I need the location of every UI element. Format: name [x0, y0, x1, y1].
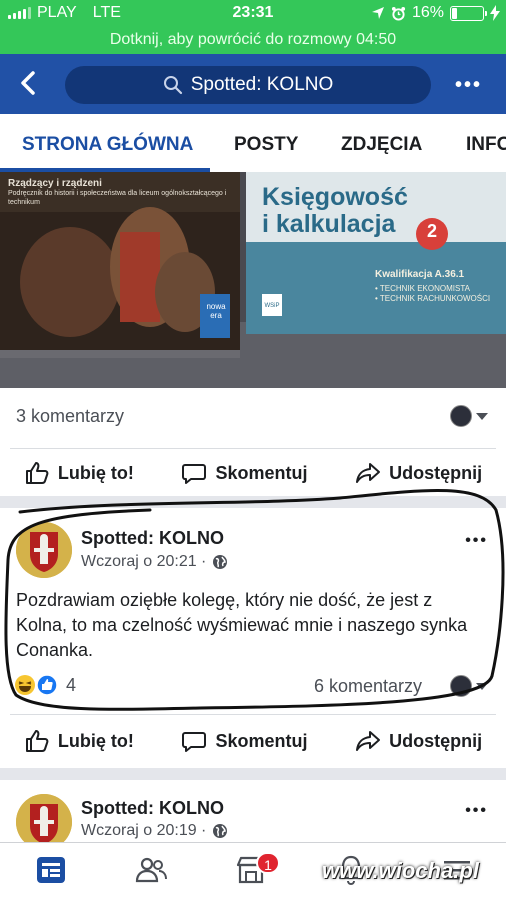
status-bar: PLAY LTE 23:31 16% [0, 0, 506, 28]
globe-icon [213, 824, 228, 838]
post2-actions: Lubię to! Skomentuj Udostępnij [0, 724, 506, 758]
book2-title-line2: i kalkulacja [262, 210, 396, 238]
post1-viewer-selector[interactable] [450, 405, 488, 427]
book1-title: Rządzący i rządzeni [8, 178, 102, 189]
tab-home[interactable]: STRONA GŁÓWNA [22, 134, 193, 156]
post3-author[interactable]: Spotted: KOLNO [81, 798, 224, 819]
tab-photos[interactable]: ZDJĘCIA [341, 134, 422, 156]
more-options-icon[interactable]: ••• [455, 74, 482, 97]
post-photo[interactable]: Rządzący i rządzeni Podręcznik do histor… [0, 172, 506, 388]
share-label: Udostępnij [389, 730, 483, 751]
comment-bubble-icon [182, 732, 207, 752]
location-arrow-icon [371, 7, 384, 19]
like-button[interactable]: Lubię to! [24, 728, 134, 754]
watermark: www.wiocha.pl [322, 858, 479, 883]
page-tabs: STRONA GŁÓWNA POSTY ZDJĘCIA INFO [0, 114, 506, 172]
hand-drawn-outline [4, 489, 505, 711]
friends-icon[interactable] [134, 853, 168, 887]
screen: PLAY LTE 23:31 16% Dotknij, aby powrócić… [0, 0, 506, 900]
search-bar[interactable]: Spotted: KOLNO [65, 66, 431, 104]
book2-list-item: • TECHNIK EKONOMISTA [375, 284, 470, 293]
avatar [450, 405, 472, 427]
news-feed-icon[interactable] [34, 853, 68, 887]
back-arrow-icon[interactable] [14, 68, 44, 98]
comment-label: Skomentuj [215, 730, 308, 751]
book2-list-item: • TECHNIK RACHUNKOWOŚCI [375, 294, 491, 303]
book2-number: 2 [426, 221, 437, 241]
battery-icon [450, 5, 487, 21]
like-label: Lubię to! [57, 730, 134, 751]
book1-subtitle: Podręcznik do historii i społeczeństwa d… [8, 190, 227, 206]
caret-down-icon [476, 412, 488, 420]
tab-posts[interactable]: POSTY [234, 134, 298, 156]
page-avatar[interactable] [16, 794, 72, 842]
thumbs-up-icon [25, 730, 49, 752]
comment-button[interactable]: Skomentuj [181, 728, 307, 754]
battery-percent: 16% [411, 4, 444, 21]
divider [10, 448, 496, 449]
marketplace-badge: 1 [256, 852, 280, 874]
tab-info[interactable]: INFO [466, 134, 506, 156]
book2-title-line1: Księgowość [262, 183, 408, 211]
book2-brand: WSiP [264, 303, 280, 309]
post3-more-icon[interactable]: ••• [465, 802, 488, 820]
share-arrow-icon [356, 731, 381, 751]
return-to-call-banner[interactable]: Dotknij, aby powrócić do rozmowy 04:50 [0, 28, 506, 54]
post3-card: Spotted: KOLNO Wczoraj o 20:19 · ••• [0, 780, 506, 842]
coat-of-arms-icon [16, 794, 72, 842]
alarm-icon [391, 6, 406, 21]
book2-qualification: Kwalifikacja A.36.1 [375, 269, 465, 280]
book1-brand: nowa era [206, 302, 226, 320]
post3-timestamp[interactable]: Wczoraj o 20:19 · [81, 822, 228, 840]
search-icon [163, 76, 182, 95]
search-text: Spotted: KOLNO [190, 74, 334, 95]
share-button[interactable]: Udostępnij [355, 728, 482, 754]
post1-comments-count[interactable]: 3 komentarzy [16, 406, 124, 427]
page-header: Spotted: KOLNO ••• [0, 54, 506, 114]
charging-bolt-icon [490, 5, 500, 21]
post3-time: Wczoraj o 20:19 · [81, 822, 207, 839]
